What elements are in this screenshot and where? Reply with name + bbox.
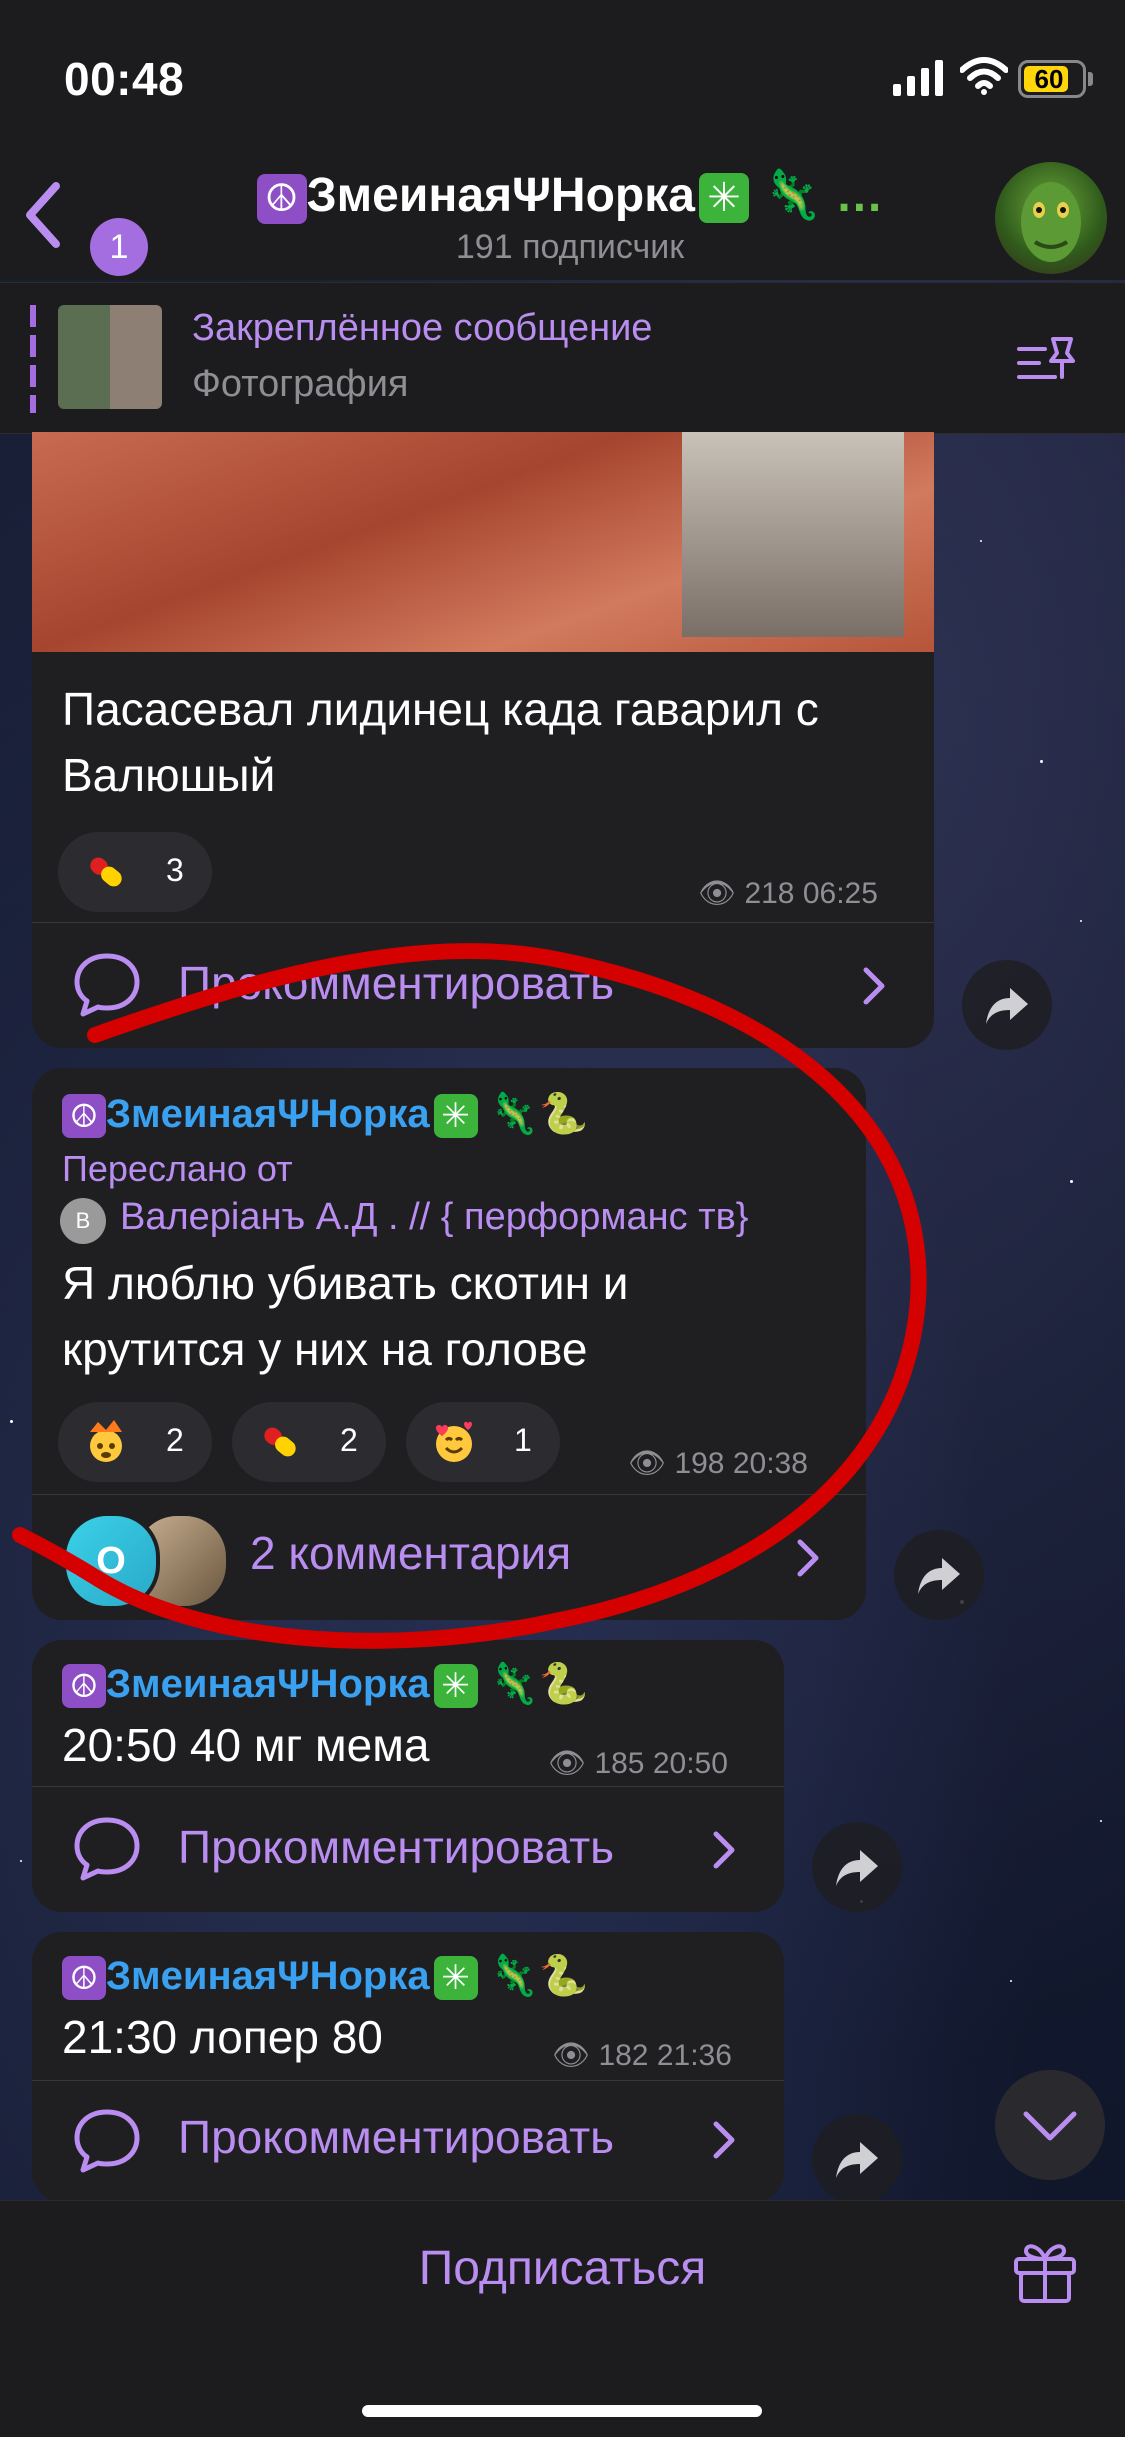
- comments-button[interactable]: О 2 комментария: [32, 1494, 866, 1620]
- message-text: Я люблю убивать скотин и крутится у них …: [62, 1257, 629, 1375]
- back-button[interactable]: 1: [22, 180, 148, 276]
- lizard-avatar-icon: [1021, 182, 1081, 262]
- reaction-chip[interactable]: 1: [406, 1402, 560, 1482]
- comment-button[interactable]: Прокомментировать: [32, 922, 934, 1048]
- scroll-to-bottom-button[interactable]: [995, 2070, 1105, 2180]
- commenter-avatar: О: [62, 1512, 160, 1610]
- chevron-right-icon: [797, 1539, 819, 1577]
- pinned-message-bar[interactable]: Закреплённое сообщение Фотография: [0, 282, 1125, 434]
- message-text: 21:30 лопер 80: [62, 2011, 383, 2063]
- channel-title[interactable]: ☮ ЗмеинаяΨНорка ✳ 🦎 …: [190, 166, 950, 224]
- message-meta: 👁 218 06:25: [698, 877, 878, 910]
- message-meta: 👁 198 20:38: [628, 1447, 808, 1480]
- chevron-left-icon: [26, 182, 60, 248]
- subscribe-button[interactable]: Подписаться: [300, 2241, 825, 2296]
- pinned-subtitle: Фотография: [192, 363, 409, 405]
- reaction-chip[interactable]: 2: [58, 1402, 212, 1482]
- message-meta: 👁 185 20:50: [548, 1747, 728, 1780]
- reaction-chip[interactable]: 2: [232, 1402, 386, 1482]
- message-author[interactable]: ☮ ЗмеинаяΨНорка ✳ 🦎🐍: [62, 1660, 588, 1708]
- share-button[interactable]: [812, 2114, 902, 2204]
- status-bar: 00:48 60: [0, 0, 1125, 150]
- pinned-title: Закреплённое сообщение: [192, 307, 653, 349]
- forwarded-label: Переслано от: [62, 1148, 293, 1189]
- exploding-head-icon: [90, 1420, 122, 1462]
- reaction-chip[interactable]: 3: [58, 832, 212, 912]
- message-text: 20:50 40 мг мема: [62, 1719, 430, 1771]
- status-time: 00:48: [64, 53, 185, 105]
- pill-icon: [90, 857, 122, 887]
- forwarded-avatar: В: [60, 1198, 106, 1244]
- eight-spoked-star-icon: ✳: [433, 1664, 478, 1708]
- cellular-signal-icon: [893, 60, 943, 96]
- share-arrow-icon: [986, 988, 1028, 1024]
- subscriber-count: 191 подписчик: [455, 228, 685, 266]
- comment-bubble-icon: [74, 1817, 140, 1881]
- share-button[interactable]: [894, 1530, 984, 1620]
- peace-icon: ☮: [62, 1956, 106, 2000]
- eight-spoked-star-icon: ✳: [433, 1094, 478, 1138]
- chat-header: 1 ☮ ЗмеинаяΨНорка ✳ 🦎 … 191 подписчик: [0, 150, 1125, 280]
- chevron-down-icon: [1023, 2111, 1077, 2141]
- smiling-face-with-hearts-icon: [436, 1421, 472, 1462]
- pinned-list-icon[interactable]: [1015, 333, 1079, 389]
- comment-button[interactable]: Прокомментировать: [32, 2080, 784, 2200]
- share-arrow-icon: [836, 2142, 878, 2178]
- message-author[interactable]: ☮ ЗмеинаяΨНорка ✳ 🦎🐍: [62, 1952, 588, 2000]
- message-author[interactable]: ☮ ЗмеинаяΨНорка ✳ 🦎🐍: [62, 1090, 588, 1138]
- channel-name: ЗмеинаяΨНорка: [306, 169, 695, 222]
- battery-level: 60: [1034, 64, 1064, 94]
- unread-badge: 1: [90, 218, 148, 276]
- eye-icon: 👁: [548, 1747, 587, 1780]
- share-arrow-icon: [836, 1850, 878, 1886]
- home-indicator: [362, 2405, 762, 2417]
- gift-icon[interactable]: [1010, 2235, 1080, 2305]
- chevron-right-icon: [863, 967, 885, 1005]
- eye-icon: 👁: [698, 877, 737, 910]
- eight-spoked-star-icon: ✳: [698, 173, 749, 223]
- chevron-right-icon: [713, 2121, 735, 2159]
- eight-spoked-star-icon: ✳: [433, 1956, 478, 2000]
- video-inset: [682, 432, 904, 637]
- bottom-bar: Подписаться: [0, 2200, 1125, 2437]
- share-button[interactable]: [962, 960, 1052, 1050]
- comment-bubble-icon: [74, 953, 140, 1017]
- share-button[interactable]: [812, 1822, 902, 1912]
- video-preview[interactable]: [32, 432, 934, 652]
- comment-button[interactable]: Прокомментировать: [32, 1786, 784, 1912]
- channel-avatar[interactable]: [995, 162, 1107, 274]
- message-meta: 👁 182 21:36: [552, 2039, 732, 2072]
- pinned-indicator: [30, 305, 36, 413]
- eye-icon: 👁: [552, 2039, 591, 2072]
- wifi-icon: [960, 57, 1008, 95]
- peace-icon: ☮: [256, 174, 307, 224]
- pinned-thumbnail: [58, 305, 162, 409]
- forwarded-source[interactable]: Валерiанъ А.Д . // { перформанс тв}: [120, 1196, 748, 1239]
- pill-icon: [264, 1427, 296, 1457]
- eye-icon: 👁: [628, 1447, 667, 1480]
- message-text: Пасасевал лидинец када гаварил с Валюшый: [62, 683, 819, 801]
- chevron-right-icon: [713, 1831, 735, 1869]
- comment-bubble-icon: [74, 2109, 140, 2173]
- peace-icon: ☮: [62, 1094, 106, 1138]
- title-suffix: 🦎 …: [762, 169, 884, 222]
- share-arrow-icon: [918, 1558, 960, 1594]
- peace-icon: ☮: [62, 1664, 106, 1708]
- battery-icon: 60: [1018, 60, 1086, 98]
